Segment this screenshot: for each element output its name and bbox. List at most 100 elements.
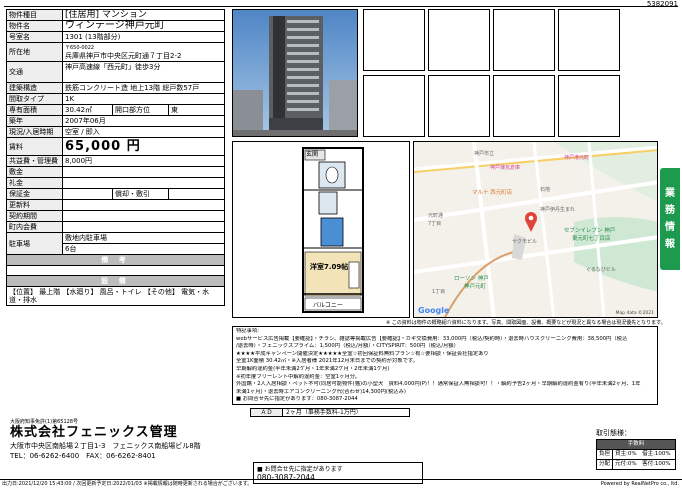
top-rule bbox=[4, 6, 678, 7]
map-label: ぐるなびビル bbox=[586, 267, 616, 273]
floor-plan: 玄関 洋室7.09帖 バルコニー bbox=[232, 141, 410, 318]
spec-row: 【位置】 最上階 【水廻り】 風呂・トイレ 【その他】 電気・水道・排水 bbox=[6, 286, 225, 306]
map-label: 1丁目 bbox=[432, 289, 446, 295]
equipment-value: 【位置】 最上階 【水廻り】 風呂・トイレ 【その他】 電気・水道・排水 bbox=[6, 286, 225, 306]
access-value: 神戸高速線「西元町」徒歩3分 bbox=[62, 61, 225, 83]
fee-value: 8,000円 bbox=[62, 155, 225, 167]
spec-row: 町内会費 bbox=[6, 221, 225, 233]
address-cell: 〒650-0022 兵庫県神戸市中央区元町通７丁目2-2 bbox=[62, 42, 225, 62]
tab-char: 情 bbox=[665, 222, 675, 233]
map-label: ローソン 神戸 bbox=[454, 276, 489, 282]
spec-row: 現況/入居時期 空室 / 即入 bbox=[6, 126, 225, 138]
type-value: [住居用] マンション bbox=[62, 9, 225, 21]
room-label: 号室名 bbox=[6, 31, 63, 43]
guarantee-value bbox=[62, 188, 113, 200]
equipment-band: 設 備 bbox=[6, 275, 225, 287]
photo-slot bbox=[493, 75, 555, 137]
parking-label: 駐車場 bbox=[6, 232, 63, 255]
photo-slot bbox=[493, 9, 555, 71]
spec-row: 号室名 1301 (13階部分) bbox=[6, 31, 225, 43]
transaction-title: 取引態様： bbox=[596, 429, 631, 437]
spec-row: 備 考 bbox=[6, 254, 225, 266]
status-label: 現況/入居時期 bbox=[6, 126, 63, 138]
ad-label: ＡＤ bbox=[251, 409, 283, 416]
remarks-line: 外国籍・2人入居相談・ペット不可(同居可能物件(猫)の小型犬 資料4,000円(… bbox=[236, 381, 641, 388]
spec-row: 交通 神戸高速線「西元町」徒歩3分 bbox=[6, 61, 225, 83]
remarks-line: /退去時）・フェニックスプライム：1,500円（税込/月額）・CITYSPIRI… bbox=[236, 343, 459, 350]
google-logo: Google bbox=[418, 306, 450, 315]
remarks-line: webサービス広告掲載【要確認】・チラシ、雑誌等掲載広告【要確認】・カギ交換費用… bbox=[236, 335, 628, 342]
remarks-band: 備 考 bbox=[6, 254, 225, 266]
spec-row: 賃料 65,000 円 bbox=[6, 137, 225, 156]
burden-value: 貸主:0% 借主:100% bbox=[612, 449, 676, 460]
type-label: 物件種目 bbox=[6, 9, 63, 21]
balcony-label: バルコニー bbox=[313, 302, 343, 309]
term-value bbox=[62, 210, 225, 222]
built-label: 築年 bbox=[6, 115, 63, 127]
spec-row: 間取タイプ 1K bbox=[6, 93, 225, 105]
ad-value: 2ヶ月（事務手数料-1万円） bbox=[286, 409, 362, 416]
building-photo bbox=[232, 9, 358, 137]
map-label: 神戸元町 bbox=[464, 284, 487, 290]
rent-value: 65,000 円 bbox=[62, 137, 225, 156]
company-phone: TEL：06-6262-6400 FAX：06-6262-8401 bbox=[10, 452, 156, 460]
spec-row: 敷金 bbox=[6, 166, 225, 178]
building-photo-image bbox=[233, 10, 357, 136]
window-value: 東 bbox=[168, 104, 225, 116]
structure-label: 建築構造 bbox=[6, 82, 63, 94]
deposit-value bbox=[62, 166, 225, 178]
transaction-type: 取引態様： 手数料 負担 貸主:0% 借主:100% 分配 元付:0% 客付:100… bbox=[596, 428, 676, 470]
photo-slot bbox=[428, 75, 490, 137]
key-money-value bbox=[62, 177, 225, 189]
spec-row: 保証金 償却・敷引 bbox=[6, 188, 225, 200]
status-value: 空室 / 即入 bbox=[62, 126, 225, 138]
contact-note-text: ■ お問合せ先に指定があります bbox=[257, 466, 343, 473]
tab-char: 業 bbox=[665, 188, 675, 199]
remarks-line: 未満1ヶ月)・退去時エアコンクリーニング代(合わせ)14,300円(税込み) bbox=[236, 388, 406, 395]
business-info-tab[interactable]: 業 務 情 報 bbox=[660, 168, 680, 270]
spec-row: 専有面積 30.42㎡ 開口部方位 東 bbox=[6, 104, 225, 116]
map-label: 神戸煉瓦倉庫 bbox=[490, 165, 521, 171]
tab-char: 報 bbox=[665, 239, 675, 250]
room-value: 1301 (13階部分) bbox=[62, 31, 225, 43]
key-money-label: 礼金 bbox=[6, 177, 63, 189]
spec-row: 共益費・管理費 8,000円 bbox=[6, 155, 225, 167]
split-value: 元付:0% 客付:100% bbox=[612, 459, 676, 470]
association-fee-value bbox=[62, 221, 225, 233]
room-label: 洋室7.09帖 bbox=[310, 262, 349, 272]
map-label: 神戸市立 bbox=[474, 151, 495, 157]
spec-row: 物件種目 [住居用] マンション bbox=[6, 9, 225, 21]
company-name: 株式会社フェニックス管理 bbox=[10, 425, 178, 440]
map-label: 元町通 bbox=[428, 213, 444, 219]
photo-slot bbox=[558, 75, 620, 137]
map-label: 石地 bbox=[540, 187, 551, 193]
photo-slot bbox=[363, 9, 425, 71]
spec-row: 契約期間 bbox=[6, 210, 225, 222]
map-credit: Map data ©2021 bbox=[615, 311, 654, 316]
amortization-label: 償却・敷引 bbox=[112, 188, 169, 200]
area-label: 専有面積 bbox=[6, 104, 63, 116]
split-label: 分配 bbox=[596, 459, 613, 470]
remarks-title: 特記事項: bbox=[236, 328, 259, 334]
map-label: 神戸港元町 bbox=[564, 155, 590, 161]
term-label: 契約期間 bbox=[6, 210, 63, 222]
deposit-label: 敷金 bbox=[6, 166, 63, 178]
area-value: 30.42㎡ bbox=[62, 104, 113, 116]
remarks-line: ■ お問合せ先に指定があります：080-3087-2044 bbox=[236, 396, 358, 403]
renewal-label: 更新料 bbox=[6, 199, 63, 211]
ad-row: ＡＤ 2ヶ月（事務手数料-1万円） bbox=[250, 408, 410, 417]
address-value: 兵庫県神戸市中央区元町通７丁目2-2 bbox=[65, 52, 182, 60]
name-value: ウィンテージ神戸元町 bbox=[62, 20, 225, 32]
spec-row: 建築構造 鉄筋コンクリート造 地上13階 総戸数57戸 bbox=[6, 82, 225, 94]
spec-row: 更新料 bbox=[6, 199, 225, 211]
flyer-page: 5382091 物件種目 [住居用] マンション 物件名 ウィンテージ神戸元町 … bbox=[0, 0, 682, 488]
fee-label: 共益費・管理費 bbox=[6, 155, 63, 167]
floor-plan-drawing bbox=[302, 147, 364, 313]
commission-row: 分配 元付:0% 客付:100% bbox=[596, 459, 676, 470]
map-label: ヤクモビル bbox=[512, 239, 538, 245]
powered-by: Powered by RealNetPro co., ltd. bbox=[600, 481, 679, 487]
entrance-label: 玄関 bbox=[306, 151, 319, 158]
company-address: 大阪市中央区南船場２丁目1-3 フェニックス南船場ビル8階 bbox=[10, 442, 201, 450]
remarks-blank bbox=[6, 265, 225, 276]
built-value: 2007年06月 bbox=[62, 115, 225, 127]
